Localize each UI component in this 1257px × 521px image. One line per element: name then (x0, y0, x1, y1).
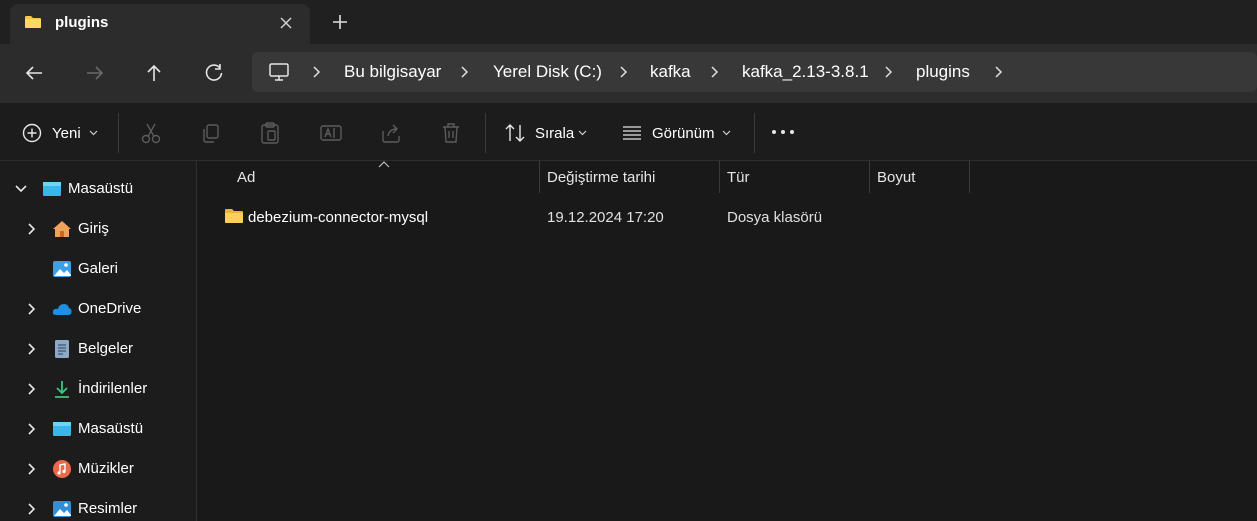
share-icon[interactable] (380, 121, 402, 145)
chevron-right-icon[interactable] (460, 64, 470, 80)
sort-label: Sırala (535, 125, 575, 142)
sidebar-item-label: Müzikler (78, 460, 134, 477)
column-header-modified[interactable]: Değiştirme tarihi (547, 169, 655, 186)
sidebar-item-music[interactable]: Müzikler (0, 449, 197, 489)
chevron-right-icon[interactable] (26, 342, 38, 356)
sidebar-item-home[interactable]: Giriş (0, 209, 197, 249)
music-icon (53, 460, 71, 478)
chevron-right-icon[interactable] (994, 64, 1004, 80)
new-button[interactable]: Yeni (14, 113, 106, 153)
sidebar-item-gallery[interactable]: Galeri (0, 249, 197, 289)
sort-icon (505, 124, 525, 142)
more-options-icon[interactable] (771, 129, 795, 135)
sort-ascending-icon (378, 161, 390, 168)
sidebar-item-label: İndirilenler (78, 380, 148, 397)
chevron-right-icon[interactable] (26, 302, 38, 316)
view-label: Görünüm (652, 125, 715, 142)
chevron-down-icon (89, 130, 98, 136)
sort-button[interactable]: Sırala (496, 113, 596, 153)
sidebar-item-downloads[interactable]: İndirilenler (0, 369, 197, 409)
file-modified: 19.12.2024 17:20 (547, 209, 664, 226)
sidebar-item-label: Masaüstü (68, 180, 134, 197)
title-bar: plugins (0, 0, 1257, 44)
documents-icon (55, 340, 69, 358)
file-name[interactable]: debezium-connector-mysql (248, 209, 428, 226)
downloads-icon (55, 381, 69, 398)
command-bar: Yeni Sırala Görünüm (0, 103, 1257, 161)
back-icon[interactable] (23, 62, 45, 84)
chevron-down-icon[interactable] (14, 184, 28, 194)
sidebar-item-label: Galeri (78, 260, 119, 277)
sidebar-item-label: Resimler (78, 500, 138, 517)
folder-icon (225, 209, 243, 223)
plus-circle-icon (22, 123, 42, 143)
address-bar[interactable]: Bu bilgisayar Yerel Disk (C:) kafka kafk… (252, 52, 1257, 92)
chevron-right-icon[interactable] (26, 462, 38, 476)
chevron-right-icon[interactable] (710, 64, 720, 80)
tab-plugins[interactable]: plugins (10, 4, 310, 44)
folder-icon (25, 16, 41, 28)
desktop-icon (43, 182, 61, 196)
chevron-right-icon[interactable] (26, 502, 38, 516)
sidebar-item-label: Belgeler (78, 340, 134, 357)
column-divider[interactable] (869, 161, 870, 193)
close-icon[interactable] (276, 13, 296, 33)
column-header-size[interactable]: Boyut (877, 169, 915, 186)
view-list-icon (623, 126, 641, 140)
chevron-right-icon[interactable] (26, 422, 38, 436)
breadcrumb-item[interactable]: Bu bilgisayar (344, 62, 441, 82)
onedrive-icon (52, 304, 72, 315)
divider (754, 113, 755, 153)
sidebar-item-pictures[interactable]: Resimler (0, 489, 197, 521)
column-divider[interactable] (969, 161, 970, 193)
divider (485, 113, 486, 153)
view-button[interactable]: Görünüm (614, 113, 744, 153)
sidebar-item-documents[interactable]: Belgeler (0, 329, 197, 369)
breadcrumb-item[interactable]: kafka_2.13-3.8.1 (742, 62, 869, 82)
sidebar-item-label: OneDrive (78, 300, 142, 317)
breadcrumb-item[interactable]: kafka (650, 62, 691, 82)
navigation-bar: Bu bilgisayar Yerel Disk (C:) kafka kafk… (0, 44, 1257, 103)
paste-icon[interactable] (259, 121, 281, 145)
chevron-right-icon[interactable] (26, 382, 38, 396)
chevron-down-icon (578, 130, 587, 136)
table-row[interactable]: debezium-connector-mysql 19.12.2024 17:2… (218, 201, 978, 233)
copy-icon[interactable] (200, 121, 222, 145)
refresh-icon[interactable] (203, 62, 225, 84)
desktop-icon (53, 422, 71, 436)
sidebar-item-label: Giriş (78, 220, 109, 237)
new-tab-icon[interactable] (330, 12, 350, 32)
column-divider[interactable] (539, 161, 540, 193)
tab-title: plugins (55, 14, 109, 31)
file-type: Dosya klasörü (727, 209, 823, 226)
sidebar-item-label: Masaüstü (78, 420, 144, 437)
chevron-down-icon (722, 130, 731, 136)
new-label: Yeni (52, 125, 81, 142)
home-icon (53, 221, 71, 237)
cut-icon[interactable] (140, 121, 162, 145)
column-header-type[interactable]: Tür (727, 169, 750, 186)
rename-icon[interactable] (319, 121, 343, 145)
delete-icon[interactable] (440, 121, 462, 145)
divider (118, 113, 119, 153)
sidebar-item-desktop[interactable]: Masaüstü (0, 409, 197, 449)
up-icon[interactable] (143, 62, 165, 84)
column-header-name[interactable]: Ad (237, 169, 255, 186)
navigation-pane: Masaüstü Giriş Galeri OneDrive Belgeler (0, 161, 197, 521)
column-divider[interactable] (719, 161, 720, 193)
forward-icon[interactable] (84, 62, 106, 84)
chevron-right-icon[interactable] (619, 64, 629, 80)
file-list: Ad Değiştirme tarihi Tür Boyut debezium-… (198, 161, 1257, 521)
breadcrumb-item[interactable]: Yerel Disk (C:) (493, 62, 602, 82)
pictures-icon (53, 501, 71, 517)
computer-icon (269, 63, 289, 81)
chevron-right-icon[interactable] (26, 222, 38, 236)
chevron-right-icon[interactable] (884, 64, 894, 80)
chevron-right-icon[interactable] (312, 64, 322, 80)
sidebar-item-onedrive[interactable]: OneDrive (0, 289, 197, 329)
breadcrumb-item[interactable]: plugins (916, 62, 970, 82)
gallery-icon (53, 261, 71, 277)
sidebar-item-desktop[interactable]: Masaüstü (0, 169, 197, 209)
